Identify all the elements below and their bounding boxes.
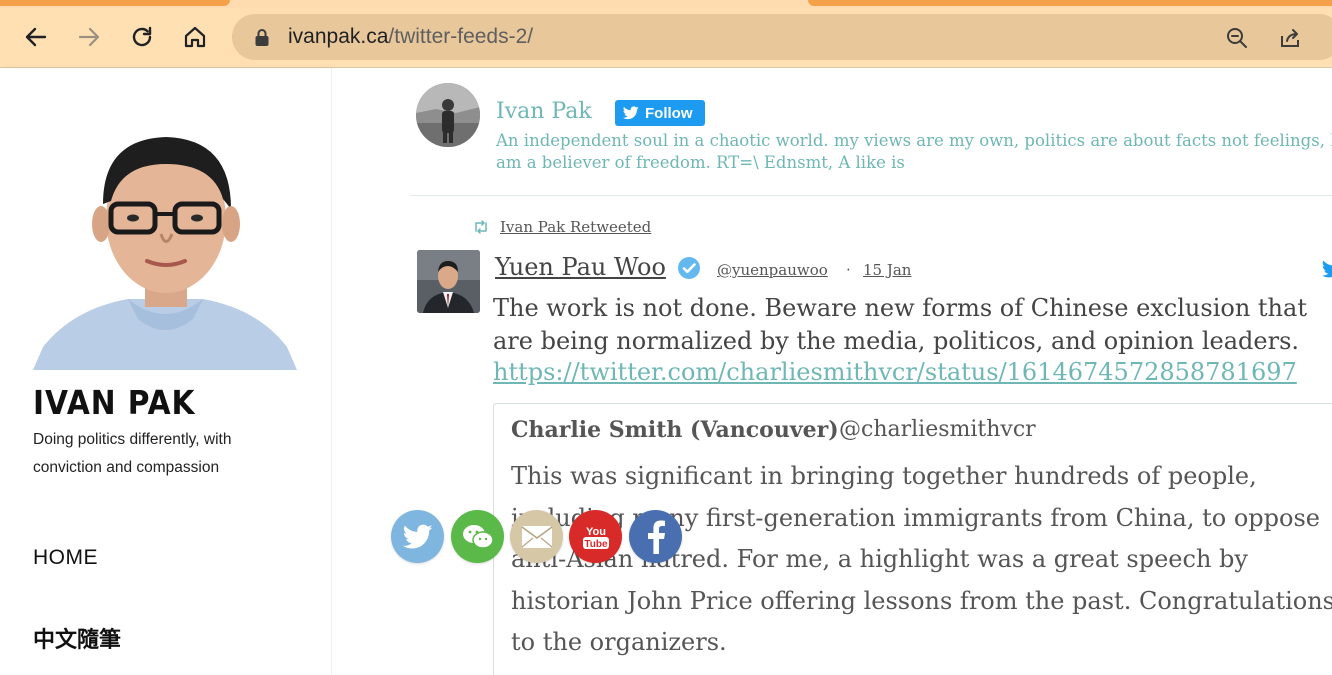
address-bar[interactable]: ivanpak.ca/twitter-feeds-2/ xyxy=(232,14,1332,60)
quoted-tweet-text: This was significant in bringing togethe… xyxy=(511,462,1332,656)
tweet-text: The work is not done. Beware new forms o… xyxy=(493,294,1307,355)
forward-button[interactable] xyxy=(74,22,104,52)
verified-badge-icon xyxy=(678,257,700,279)
email-icon xyxy=(521,525,552,548)
back-button[interactable] xyxy=(21,22,51,52)
nav-home[interactable]: HOME xyxy=(33,546,98,570)
zoom-button[interactable] xyxy=(1224,25,1250,51)
follow-button[interactable]: Follow xyxy=(615,100,705,126)
browser-toolbar: ivanpak.ca/twitter-feeds-2/ xyxy=(0,8,1332,68)
tweet-author-avatar[interactable] xyxy=(417,250,480,313)
share-wechat-button[interactable] xyxy=(451,510,504,563)
youtube-logo-you: You xyxy=(586,526,606,538)
tweet-author-handle[interactable]: @yuenpauwoo xyxy=(717,261,828,279)
home-icon xyxy=(184,26,206,48)
profile-name[interactable]: Ivan Pak xyxy=(496,99,592,124)
tab-right[interactable] xyxy=(808,0,1332,6)
facebook-icon xyxy=(647,520,665,554)
site-title[interactable]: IVAN PAK xyxy=(33,383,195,422)
url-path: /twitter-feeds-2/ xyxy=(388,25,534,48)
reload-button[interactable] xyxy=(127,22,157,52)
tweet-date[interactable]: 15 Jan xyxy=(863,261,911,279)
back-icon xyxy=(25,27,47,47)
site-tagline: Doing politics differently, with convict… xyxy=(33,431,232,476)
retweet-icon xyxy=(475,220,487,234)
profile-bio: An independent soul in a chaotic world. … xyxy=(496,131,1332,172)
follow-label: Follow xyxy=(645,104,693,122)
home-button[interactable] xyxy=(180,22,210,52)
feed-divider xyxy=(410,195,1332,196)
nav-chinese-essays[interactable]: 中文隨筆 xyxy=(33,622,121,654)
reload-icon xyxy=(132,26,152,47)
youtube-logo-tube: Tube xyxy=(584,539,608,550)
share-twitter-button[interactable] xyxy=(391,510,444,563)
retweet-indicator: Ivan Pak Retweeted xyxy=(472,218,651,236)
youtube-icon: You Tube xyxy=(582,526,609,550)
quoted-tweet-author[interactable]: Charlie Smith (Vancouver) xyxy=(511,417,839,443)
twitter-feed: Ivan Pak Follow An independent soul in a… xyxy=(332,68,1332,675)
tab-left[interactable] xyxy=(0,0,230,6)
meta-separator: · xyxy=(846,261,851,279)
profile-avatar[interactable] xyxy=(416,83,480,147)
url-domain: ivanpak.ca xyxy=(288,25,389,48)
tab-strip xyxy=(0,0,1332,8)
zoom-icon xyxy=(1227,28,1247,48)
tweet-author-name[interactable]: Yuen Pau Woo xyxy=(495,253,666,281)
twitter-bird-icon xyxy=(402,524,432,548)
share-email-button[interactable] xyxy=(510,510,563,563)
retweet-label[interactable]: Ivan Pak Retweeted xyxy=(500,218,651,236)
tweet-link[interactable]: https://twitter.com/charliesmithvcr/stat… xyxy=(493,358,1297,386)
url-text[interactable]: ivanpak.ca/twitter-feeds-2/ xyxy=(288,25,533,49)
twitter-logo-icon[interactable] xyxy=(1322,259,1332,279)
share-icon xyxy=(1281,29,1299,47)
forward-icon xyxy=(78,27,100,47)
share-youtube-button[interactable]: You Tube xyxy=(569,510,622,563)
quoted-tweet-handle[interactable]: @charliesmithvcr xyxy=(839,417,1036,442)
share-facebook-button[interactable] xyxy=(629,510,682,563)
twitter-bird-icon xyxy=(623,106,639,120)
site-sidebar: IVAN PAK Doing politics differently, wit… xyxy=(0,68,332,675)
lock-icon[interactable] xyxy=(254,28,270,47)
wechat-icon xyxy=(462,524,494,549)
share-page-button[interactable] xyxy=(1277,25,1303,51)
author-portrait xyxy=(33,109,297,370)
